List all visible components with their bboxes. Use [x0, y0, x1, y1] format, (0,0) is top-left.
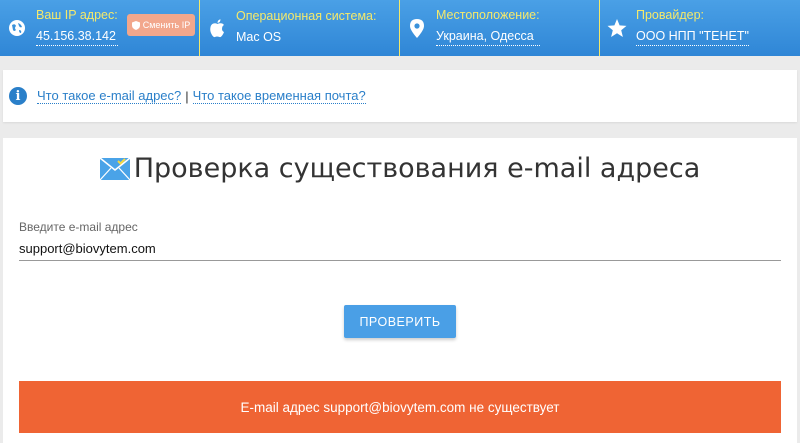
page-title: Проверка существования e-mail адреса [133, 153, 701, 184]
os-label: Операционная система: [236, 8, 377, 23]
email-field-label: Введите e-mail адрес [19, 220, 138, 234]
what-is-temp-mail-link[interactable]: Что такое временная почта? [192, 88, 366, 104]
check-button[interactable]: ПРОВЕРИТЬ [344, 305, 456, 338]
os-value: Mac OS [236, 29, 282, 44]
location-value[interactable]: Украина, Одесса [436, 27, 540, 46]
location-label: Местоположение: [436, 8, 540, 22]
provider-value[interactable]: ООО НПП "ТЕНЕТ" [636, 27, 749, 46]
info-bar: Ваш IP адрес: 45.156.38.142 Сменить IP О… [0, 0, 800, 56]
ip-cell: Ваш IP адрес: 45.156.38.142 Сменить IP [0, 0, 200, 56]
info-icon: i [9, 87, 27, 105]
shield-icon [131, 20, 140, 30]
location-pin-icon [406, 17, 428, 39]
apple-icon [206, 17, 228, 39]
ip-value[interactable]: 45.156.38.142 [36, 27, 118, 46]
email-input[interactable] [19, 237, 781, 261]
change-ip-button[interactable]: Сменить IP [127, 14, 195, 36]
email-check-card: Проверка существования e-mail адреса Вве… [3, 138, 797, 443]
provider-cell: Провайдер: ООО НПП "ТЕНЕТ" [600, 0, 800, 56]
provider-label: Провайдер: [636, 8, 704, 22]
star-icon [606, 17, 628, 39]
globe-icon [6, 17, 28, 39]
separator: | [185, 88, 189, 104]
change-ip-label: Сменить IP [142, 20, 191, 30]
result-message: E-mail адрес support@biovytem.com не сущ… [19, 381, 781, 433]
envelope-icon [99, 157, 130, 180]
info-links-box: i Что такое e-mail адрес? | Что такое вр… [3, 70, 797, 122]
os-cell: Операционная система: Mac OS [200, 0, 400, 56]
title-row: Проверка существования e-mail адреса [3, 153, 797, 184]
location-cell: Местоположение: Украина, Одесса [400, 0, 600, 56]
ip-label: Ваш IP адрес: [36, 8, 118, 22]
what-is-email-link[interactable]: Что такое e-mail адрес? [37, 88, 182, 104]
